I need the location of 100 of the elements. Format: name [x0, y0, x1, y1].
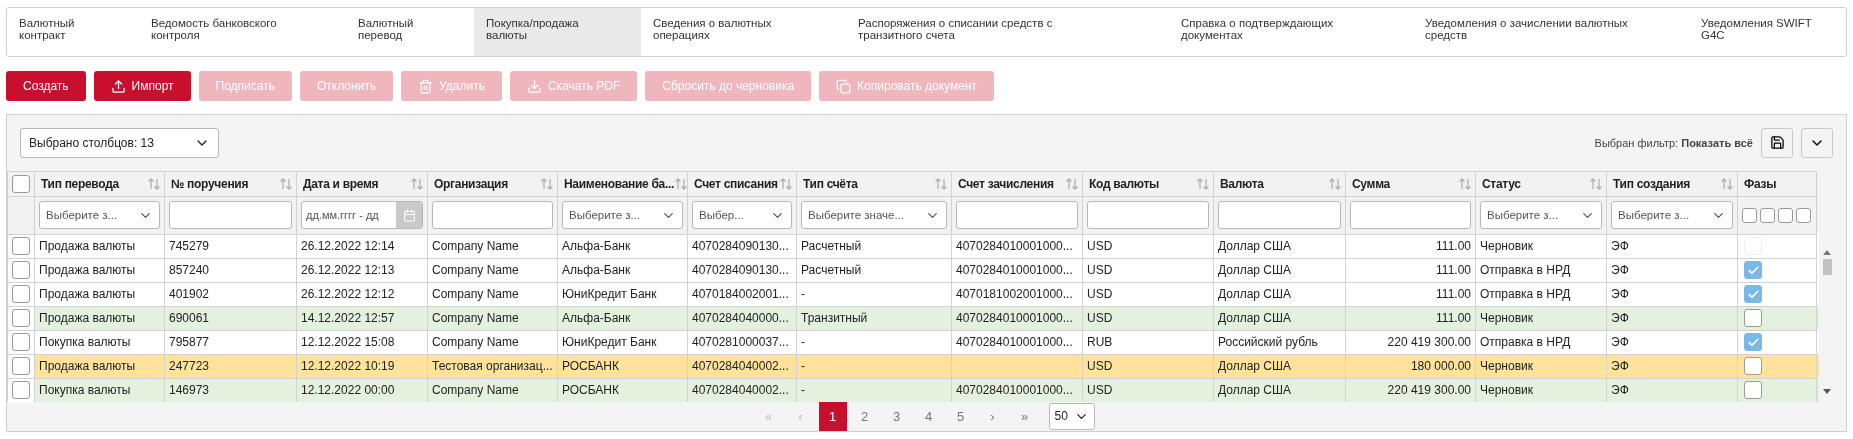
- sort-icon[interactable]: [779, 176, 793, 191]
- table-cell: 745279: [169, 239, 210, 254]
- check-icon: [1746, 263, 1760, 277]
- copy-icon: [836, 78, 852, 94]
- filter-input[interactable]: [432, 201, 553, 230]
- table-row[interactable]: Продажа валюты 247723 12.12.2022 10:19 Тестовая организац... РОСБАНК 4070284040002... - USD Доллар США 180 000.00 Черновик ЭФ: [7, 353, 1819, 378]
- table-cell: USD: [1087, 311, 1113, 326]
- table-cell: Company Name: [432, 335, 519, 350]
- table-cell: 180 000.00: [1410, 359, 1471, 374]
- sort-icon[interactable]: [1458, 176, 1472, 191]
- page-size-select[interactable]: 50: [1048, 402, 1095, 430]
- column-header[interactable]: Валюта: [1220, 176, 1264, 191]
- sort-icon[interactable]: [934, 176, 948, 191]
- table-cell: 4070284010001000...: [956, 263, 1073, 278]
- table-row[interactable]: Покупка валюты 795877 12.12.2022 15:08 Company Name ЮниКредит Банк 4070281000037... - 4070284010001000... RUB Российский рубль 220 419 300.00 Отправка в НРД ЭФ: [7, 329, 1819, 354]
- column-header[interactable]: Счет зачисления: [958, 176, 1054, 191]
- row-checkbox[interactable]: [12, 333, 30, 352]
- sort-icon[interactable]: [410, 176, 424, 191]
- table-row[interactable]: Покупка валюты 146973 12.12.2022 00:00 Company Name РОСБАНК 4070284040002... - 4070284010001000... USD Доллар США 220 419 300.00 Черновик ЭФ: [7, 377, 1819, 402]
- filter-input[interactable]: [1350, 201, 1471, 230]
- row-checkbox[interactable]: [12, 237, 30, 256]
- column-header[interactable]: Организация: [434, 176, 508, 191]
- save-button[interactable]: [1761, 127, 1793, 158]
- next-page-button[interactable]: ›: [978, 401, 1007, 431]
- last-page-button[interactable]: »: [1010, 401, 1039, 431]
- filter-input[interactable]: [956, 201, 1078, 230]
- action-button[interactable]: Импорт: [93, 71, 191, 101]
- phase-checkbox[interactable]: [1744, 357, 1762, 376]
- column-header[interactable]: Сумма: [1352, 176, 1390, 191]
- scroll-up-icon[interactable]: [1823, 248, 1831, 255]
- table-row[interactable]: Продажа валюты 745279 26.12.2022 12:14 Company Name Альфа-Банк 4070284090130... Расчетный 4070284010001000... USD Доллар США 111.00 Черновик ЭФ: [7, 233, 1819, 258]
- tab[interactable]: Покупка/продажа валюты: [474, 8, 641, 56]
- phase-checkbox[interactable]: [1796, 207, 1811, 223]
- sort-icon[interactable]: [1065, 176, 1079, 191]
- phase-checkbox[interactable]: [1742, 207, 1757, 223]
- column-header[interactable]: Тип создания: [1613, 176, 1690, 191]
- check-icon: [1746, 287, 1760, 301]
- table-cell: 4070284010001000...: [956, 383, 1073, 398]
- calendar-icon[interactable]: [402, 208, 416, 222]
- column-header[interactable]: № поручения: [171, 176, 249, 191]
- table-cell: Доллар США: [1218, 239, 1292, 254]
- phase-checkbox[interactable]: [1760, 207, 1775, 223]
- column-header[interactable]: Дата и время: [303, 176, 379, 191]
- dropdown-button[interactable]: [1801, 127, 1833, 158]
- scrollbar-thumb[interactable]: [1822, 258, 1832, 275]
- phase-checkbox[interactable]: [1744, 381, 1762, 400]
- phase-checkbox[interactable]: [1744, 333, 1762, 352]
- sort-icon[interactable]: [1196, 176, 1210, 191]
- phase-checkbox[interactable]: [1744, 261, 1762, 280]
- table-row[interactable]: Продажа валюты 857240 26.12.2022 12:13 Company Name Альфа-Банк 4070284090130... Расчетный 4070284010001000... USD Доллар США 111.00 Отправка в НРД ЭФ: [7, 257, 1819, 282]
- column-header[interactable]: Наименование ба...: [564, 176, 675, 191]
- column-header[interactable]: Код валюты: [1089, 176, 1160, 191]
- sort-icon[interactable]: [674, 176, 689, 191]
- page-button[interactable]: 5: [946, 401, 975, 431]
- phase-checkbox[interactable]: [1744, 285, 1762, 304]
- table-row[interactable]: Продажа валюты 401902 26.12.2022 12:12 Company Name ЮниКредит Банк 4070184002001... - 4070181002001000... USD Доллар США 111.00 Отправка в НРД ЭФ: [7, 281, 1819, 306]
- row-checkbox[interactable]: [12, 357, 30, 376]
- table-cell: 220 419 300.00: [1387, 335, 1471, 350]
- filter-select[interactable]: Выберите з...: [1480, 201, 1602, 230]
- filter-select[interactable]: Выберите значе...: [801, 201, 947, 230]
- filter-input[interactable]: [169, 201, 292, 230]
- date-range-field[interactable]: дд.мм.гггг - дд: [301, 201, 423, 230]
- column-header[interactable]: Счет списания: [694, 176, 778, 191]
- column-header[interactable]: Статус: [1482, 176, 1521, 191]
- row-checkbox[interactable]: [12, 285, 30, 304]
- table-cell: 14.12.2022 12:57: [301, 311, 395, 326]
- sort-icon[interactable]: [1589, 176, 1603, 191]
- page-button[interactable]: 2: [850, 401, 879, 431]
- table-cell: ЭФ: [1611, 311, 1629, 326]
- sort-icon[interactable]: [279, 176, 293, 191]
- table-cell: 4070284090130...: [692, 239, 789, 254]
- column-header[interactable]: Фазы: [1744, 176, 1777, 191]
- row-checkbox[interactable]: [12, 381, 30, 400]
- table-cell: Company Name: [432, 383, 519, 398]
- page-button[interactable]: 1: [818, 401, 847, 431]
- sort-icon[interactable]: [1328, 176, 1342, 191]
- filter-select[interactable]: Выберите з...: [39, 201, 160, 230]
- row-checkbox[interactable]: [12, 309, 30, 328]
- sort-icon[interactable]: [540, 176, 554, 191]
- table-cell: Продажа валюты: [39, 287, 136, 302]
- row-checkbox[interactable]: [12, 261, 30, 280]
- filter-select[interactable]: Выбер...: [692, 201, 792, 230]
- select-all-checkbox[interactable]: [12, 174, 30, 193]
- scroll-down-icon[interactable]: [1823, 388, 1831, 395]
- filter-select[interactable]: Выберите з...: [1611, 201, 1733, 230]
- sort-icon[interactable]: [147, 176, 161, 191]
- columns-select[interactable]: Выбрано столбцов: 13: [20, 127, 219, 158]
- action-button[interactable]: Создать: [6, 71, 86, 101]
- column-header[interactable]: Тип перевода: [41, 176, 119, 191]
- filter-select[interactable]: Выберите з...: [562, 201, 683, 230]
- table-cell: 857240: [169, 263, 210, 278]
- phase-checkbox[interactable]: [1744, 309, 1762, 328]
- sort-icon[interactable]: [1720, 176, 1734, 191]
- phase-checkbox[interactable]: [1778, 207, 1793, 223]
- filter-input[interactable]: [1218, 201, 1341, 230]
- column-header[interactable]: Тип счёта: [803, 176, 858, 191]
- page-button[interactable]: 3: [882, 401, 911, 431]
- page-button[interactable]: 4: [914, 401, 943, 431]
- table-row[interactable]: Продажа валюты 690061 14.12.2022 12:57 Company Name Альфа-Банк 4070284040000... Транзитный 4070284010001000... USD Доллар США 111.00 Черновик ЭФ: [7, 305, 1819, 330]
- filter-input[interactable]: [1087, 201, 1209, 230]
